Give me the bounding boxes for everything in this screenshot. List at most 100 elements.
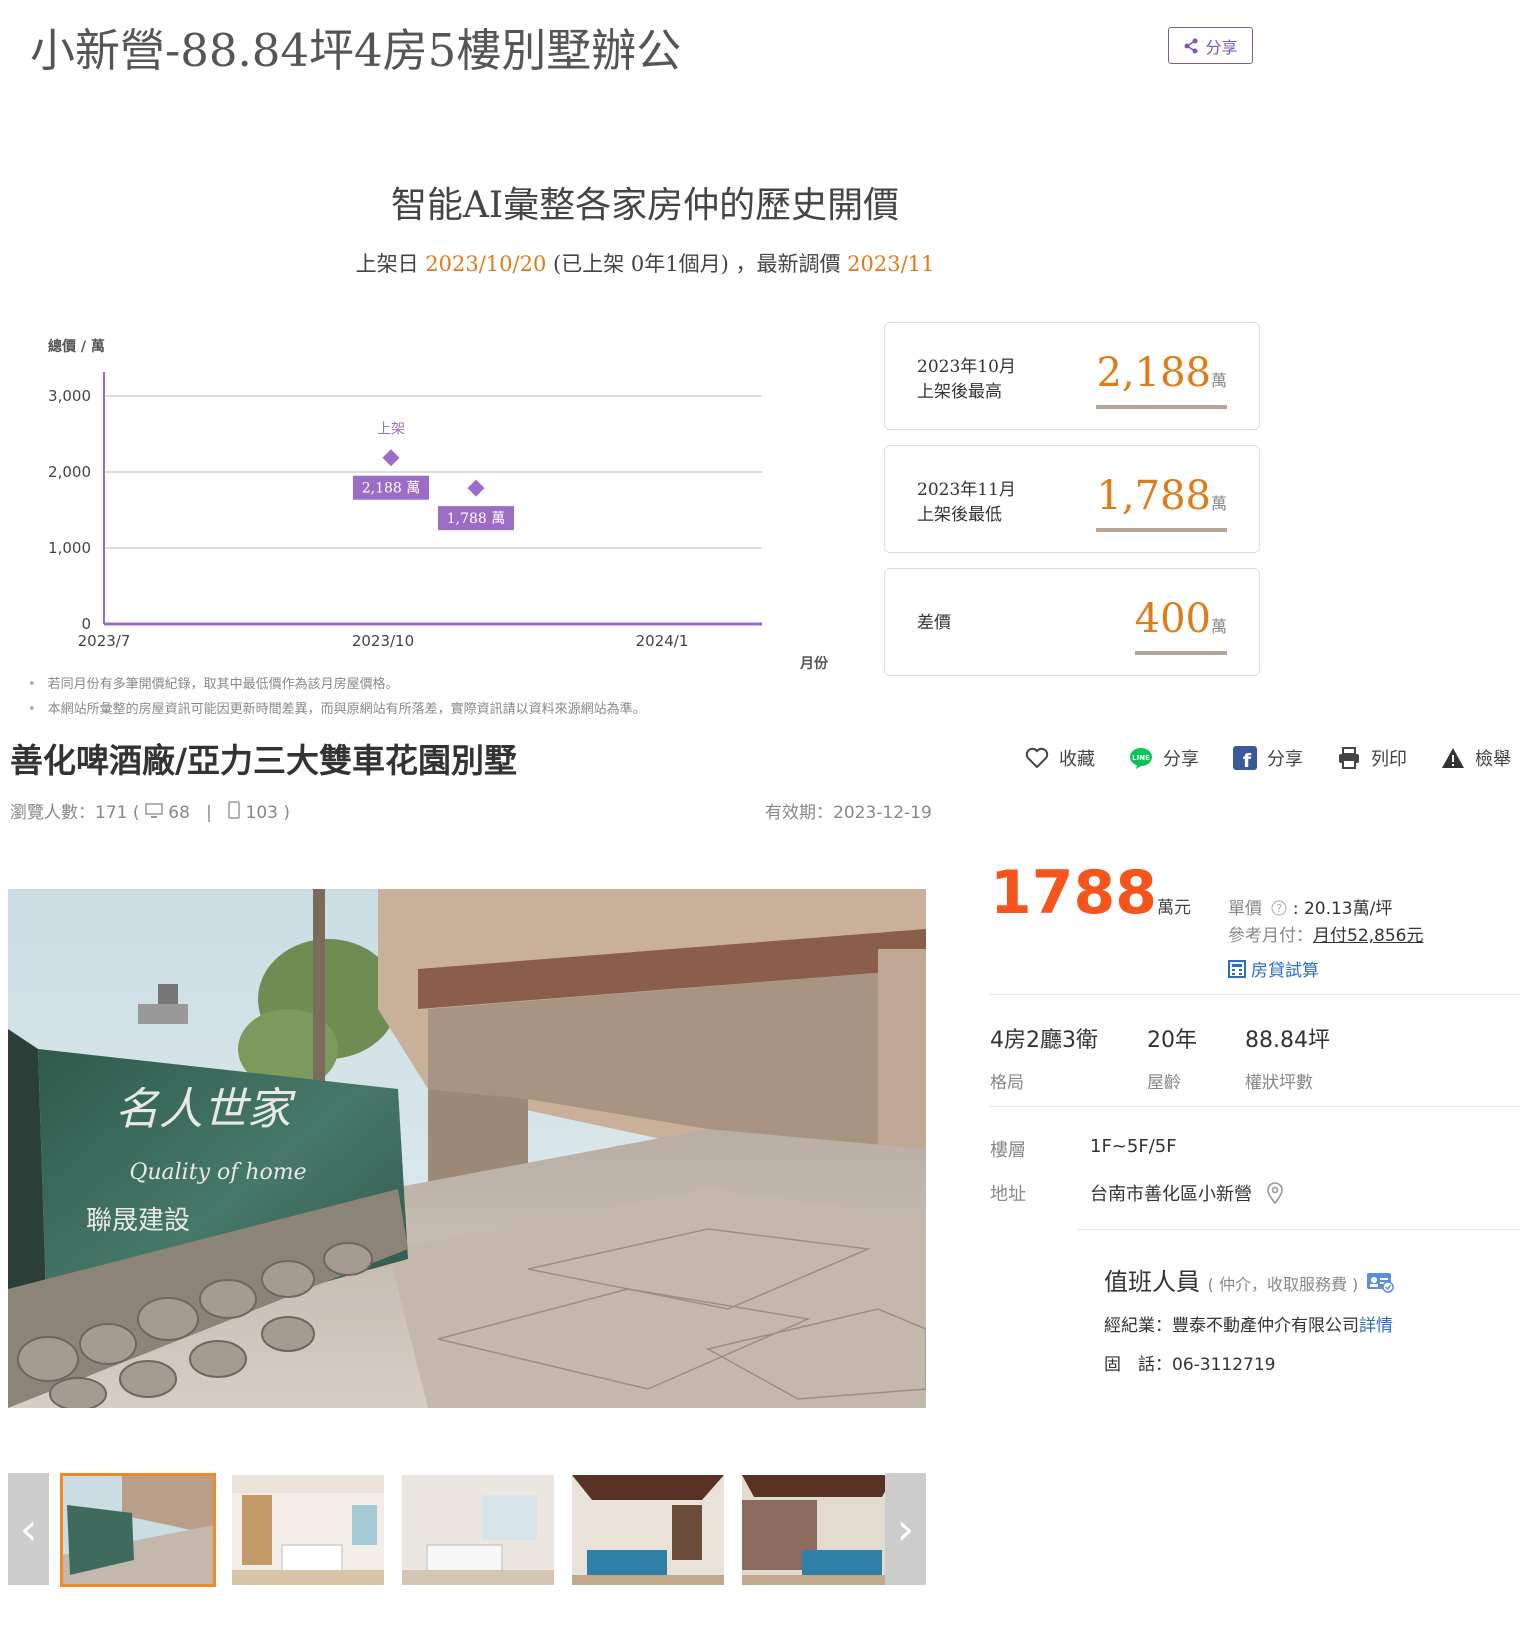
stat-number: 2,188 [1096, 350, 1211, 396]
view-count: 瀏覽人數：171 ( 68 | 103 ) [10, 798, 290, 823]
x-axis-label: 月份 [799, 655, 829, 672]
warning-icon [1442, 748, 1464, 768]
thumbnail-image [572, 1475, 724, 1585]
print-label: 列印 [1371, 749, 1407, 770]
ai-subtitle: 上架日 2023/10/20 (已上架 0年1個月) ，最新調價 2023/11 [0, 248, 1290, 278]
divider [1078, 1229, 1520, 1230]
spec-value: 4房2廳3衛 [990, 1028, 1098, 1053]
address-text: 台南市善化區小新營 [1090, 1184, 1252, 1205]
agent-card-icon[interactable] [1366, 1271, 1394, 1293]
next-arrow-button[interactable]: › [885, 1473, 926, 1585]
map-pin-icon[interactable] [1266, 1182, 1284, 1205]
sign-brand: 聯晟建設 [86, 1206, 190, 1236]
facebook-icon: f [1233, 746, 1257, 770]
y-tick-label: 3,000 [48, 387, 91, 405]
thumbnail-image [232, 1475, 384, 1585]
thumbnail-3[interactable] [402, 1475, 554, 1585]
stat-desc: 上架後最低 [917, 505, 1002, 525]
unit-price-label: 單價 [1228, 899, 1262, 919]
x-tick-label: 2024/1 [636, 632, 689, 650]
price-details: 單價 ? : 20.13萬/坪 參考月付：月付52,856元 [1228, 896, 1423, 950]
thumbnail-1[interactable] [60, 1473, 216, 1587]
thumbnail-strip: ‹ › [8, 1473, 926, 1587]
view-count-mobile: 103 ) [245, 803, 290, 823]
data-point [467, 479, 485, 497]
phone-label: 固 話： [1104, 1355, 1172, 1375]
data-label: 2,188 萬 [362, 481, 421, 497]
stat-number: 1,788 [1096, 473, 1211, 519]
agent-details-link[interactable]: 詳情 [1359, 1316, 1393, 1336]
stat-value: 1,788萬 [1096, 474, 1227, 532]
stat-unit: 萬 [1210, 617, 1227, 636]
phone-number[interactable]: 06-3112719 [1172, 1355, 1275, 1375]
stat-value: 2,188萬 [1096, 351, 1227, 409]
thumbnail-4[interactable] [572, 1475, 724, 1585]
x-tick-label: 2023/7 [78, 632, 131, 650]
sign-text: 名人世家 [115, 1084, 296, 1135]
line-share-button[interactable]: LINE 分享 [1129, 745, 1199, 771]
main-photo-image: 名人世家 Quality of home 聯晟建設 [8, 889, 926, 1408]
note-item: 若同月份有多筆開價紀錄，取其中最低價作為該月房屋價格。 [28, 672, 646, 697]
unit-price-value: : 20.13萬/坪 [1292, 899, 1393, 919]
stat-value: 400萬 [1134, 596, 1227, 655]
mortgage-calculator-label: 房貸試算 [1251, 961, 1319, 981]
listing-title: 善化啤酒廠/亞力三大雙車花園別墅 [10, 741, 518, 780]
y-tick-label: 2,000 [48, 463, 91, 481]
mortgage-calculator-link[interactable]: 房貸試算 [1228, 956, 1319, 981]
divider [990, 1106, 1520, 1107]
calculator-icon [1228, 959, 1246, 978]
line-icon: LINE [1130, 748, 1152, 769]
y-tick-label: 0 [81, 615, 91, 633]
favorite-button[interactable]: 收藏 [1025, 745, 1095, 771]
price-history-chart: 總價 / 萬 月份 3,000 2,000 1,000 02023/7 2023/10 2… [48, 338, 829, 672]
data-point [382, 449, 400, 467]
stat-card-difference: 差價 400萬 [884, 568, 1260, 676]
thumbnail-2[interactable] [232, 1475, 384, 1585]
share-icon [1184, 38, 1198, 53]
main-photo[interactable]: 名人世家 Quality of home 聯晟建設 [8, 889, 926, 1408]
list-date: 2023/10/20 [425, 252, 547, 276]
view-count-label: 瀏覽人數：171 ( [10, 803, 140, 823]
svg-text:LINE: LINE [1132, 754, 1150, 762]
spec-age: 20年 屋齡 [1147, 1022, 1197, 1093]
thumbnail-image [62, 1475, 214, 1585]
view-count-desktop: 68 [168, 803, 190, 823]
latest-adjust-date: 2023/11 [847, 252, 935, 276]
svg-text:?: ? [1276, 902, 1282, 915]
printer-icon [1339, 747, 1359, 769]
favorite-label: 收藏 [1059, 749, 1095, 770]
help-icon[interactable]: ? [1271, 900, 1287, 916]
thumbnail-5[interactable] [742, 1475, 894, 1585]
agent-heading: 值班人員 [1104, 1268, 1200, 1296]
share-label: 分享 [1205, 37, 1238, 57]
spec-value: 20年 [1147, 1028, 1197, 1053]
address-value: 台南市善化區小新營 [1090, 1180, 1284, 1206]
desktop-icon [145, 803, 163, 818]
stat-card-lowest: 2023年11月 上架後最低 1,788萬 [884, 445, 1260, 553]
svg-text:f: f [1243, 750, 1252, 770]
stat-month: 2023年10月 [917, 357, 1016, 377]
valid-until: 有效期：2023-12-19 [765, 803, 932, 823]
prev-arrow-button[interactable]: ‹ [8, 1473, 49, 1585]
agent-note: ( 仲介，收取服務費 ) [1207, 1275, 1359, 1294]
facebook-share-button[interactable]: f 分享 [1233, 745, 1303, 771]
x-tick-label: 2023/10 [352, 632, 414, 650]
agent-info: 值班人員 ( 仲介，收取服務費 ) 經紀業：豐泰不動產仲介有限公司詳情 固 話：… [1104, 1262, 1394, 1375]
listing-actions: 收藏 LINE 分享 f 分享 列印 檢舉 [1025, 745, 1511, 771]
stat-number: 400 [1134, 596, 1211, 642]
print-button[interactable]: 列印 [1337, 745, 1407, 771]
share-button[interactable]: 分享 [1168, 27, 1253, 64]
address-label: 地址 [990, 1184, 1026, 1205]
point-annotation: 上架 [377, 422, 405, 438]
report-button[interactable]: 檢舉 [1441, 745, 1511, 771]
thumbnail-image [742, 1475, 894, 1585]
line-share-label: 分享 [1163, 749, 1199, 770]
spec-value: 88.84坪 [1245, 1028, 1330, 1053]
stat-desc: 差價 [917, 613, 951, 633]
total-price: 1788萬元 [990, 858, 1191, 928]
sign-subtext: Quality of home [129, 1160, 306, 1185]
chevron-left-icon: ‹ [19, 1503, 38, 1555]
monthly-payment-link[interactable]: 月付52,856元 [1313, 926, 1423, 946]
floor-row: 樓層 1F~5F/5F [990, 1136, 1177, 1162]
view-count-separator: | [206, 803, 212, 823]
